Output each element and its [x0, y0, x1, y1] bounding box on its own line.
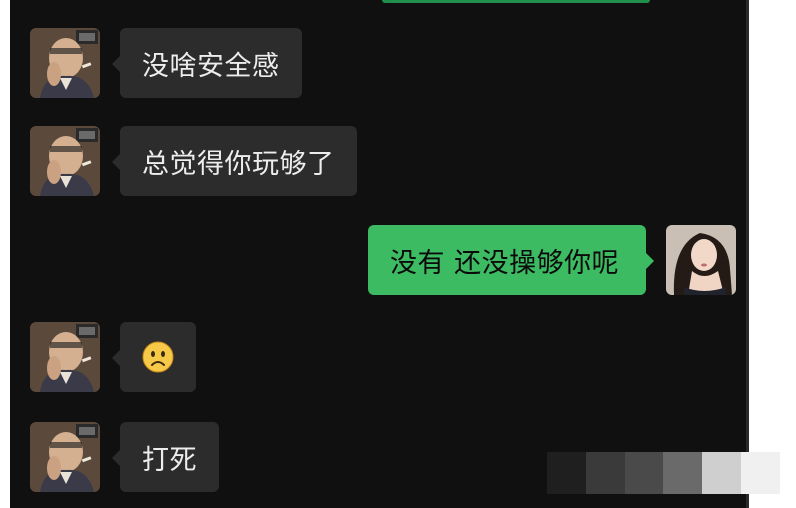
outgoing-message-bubble[interactable]: 没有 还没操够你呢 — [368, 225, 654, 295]
message-text: 没啥安全感 — [142, 50, 280, 82]
watermark — [547, 452, 780, 494]
friend-avatar[interactable] — [30, 322, 100, 392]
woman-avatar-icon — [666, 225, 736, 295]
incoming-message-bubble[interactable]: 总觉得你玩够了 — [112, 126, 357, 196]
friend-avatar[interactable] — [30, 126, 100, 196]
my-avatar[interactable] — [666, 225, 736, 295]
scrollbar-track[interactable] — [746, 0, 749, 508]
message-row: 没有 还没操够你呢 — [10, 220, 748, 310]
message-text: 打死 — [142, 444, 197, 476]
old-man-avatar-icon — [30, 126, 100, 196]
message-row: 没啥安全感 — [10, 0, 748, 110]
chat-panel: 没啥安全感 总觉得你玩够了 没有 还没操够你呢 打死 — [10, 0, 748, 508]
incoming-message-bubble[interactable]: 没啥安全感 — [112, 28, 302, 98]
friend-avatar[interactable] — [30, 28, 100, 98]
incoming-message-bubble[interactable] — [112, 322, 196, 392]
message-text: 没有 还没操够你呢 — [390, 247, 620, 279]
old-man-avatar-icon — [30, 322, 100, 392]
frowning-face-emoji-icon — [142, 341, 174, 373]
old-man-avatar-icon — [30, 422, 100, 492]
old-man-avatar-icon — [30, 28, 100, 98]
message-row — [10, 300, 748, 410]
message-text: 总觉得你玩够了 — [142, 148, 335, 180]
friend-avatar[interactable] — [30, 422, 100, 492]
incoming-message-bubble[interactable]: 打死 — [112, 422, 219, 492]
message-row: 总觉得你玩够了 — [10, 100, 748, 210]
